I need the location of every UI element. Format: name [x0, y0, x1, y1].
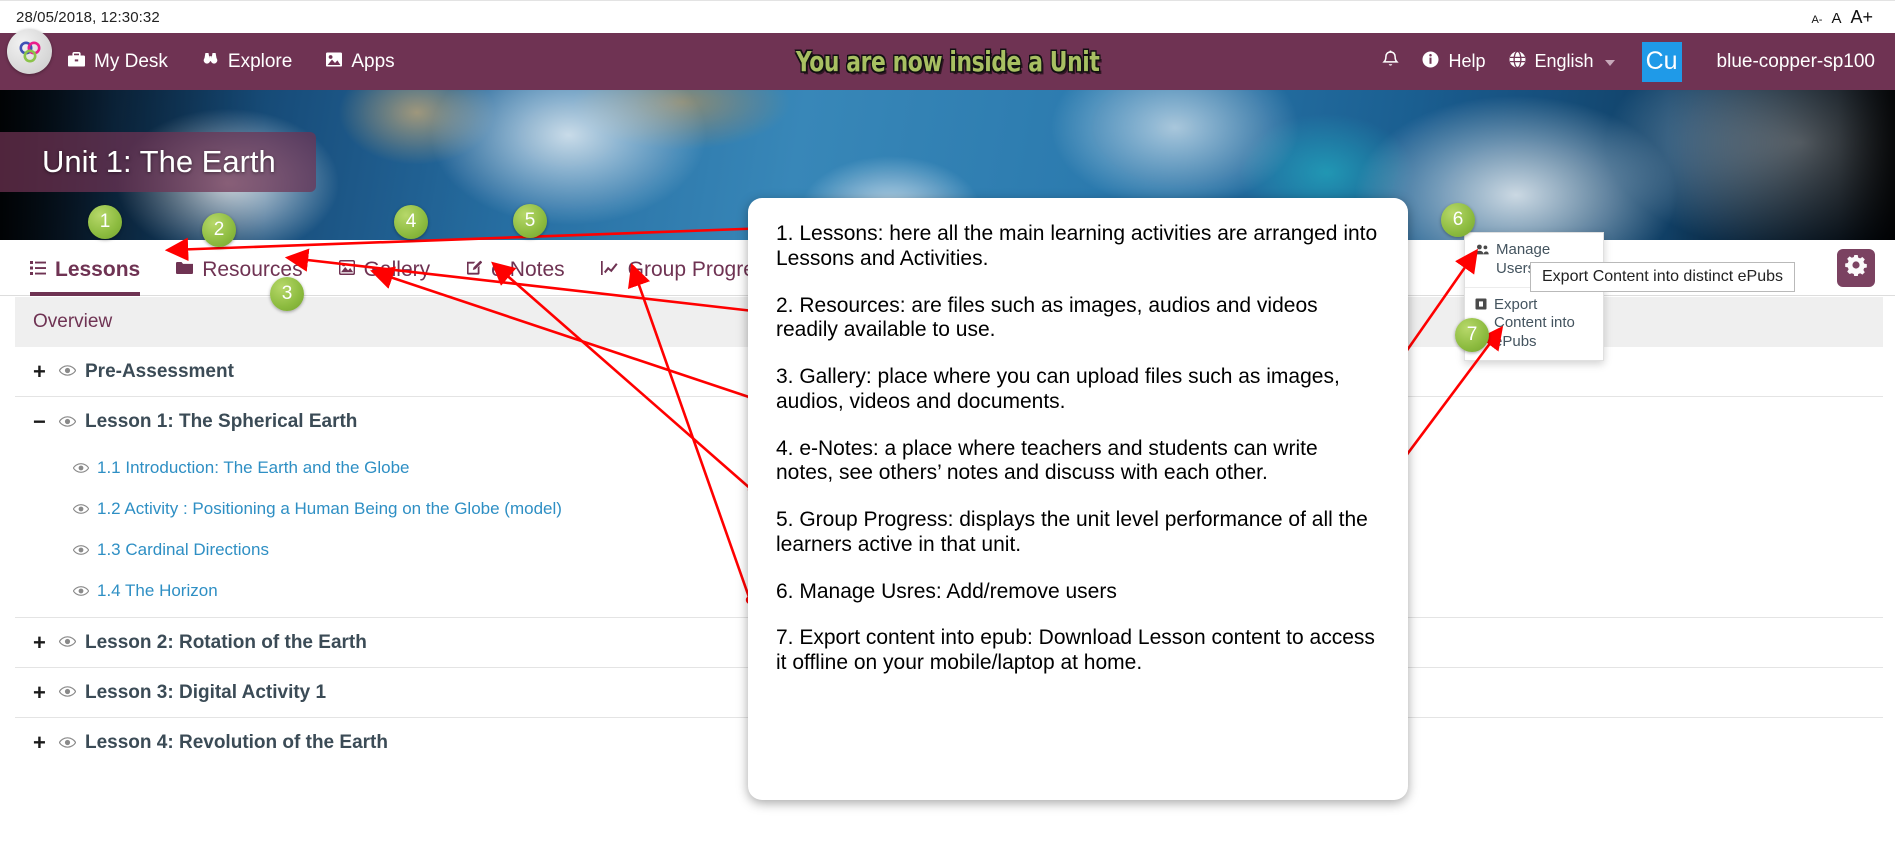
expand-toggle-icon[interactable]: + [33, 682, 59, 704]
nav-item-explore-label: Explore [228, 51, 292, 73]
page-title: Unit 1: The Earth [42, 144, 276, 180]
nav-items: My Desk Explore Apps [68, 51, 395, 73]
expand-toggle-icon[interactable]: + [33, 361, 59, 383]
export-icon [1475, 296, 1487, 314]
sub-list-item-label: 1.3 Cardinal Directions [97, 540, 269, 560]
callout-line-2: 2. Resources: are files such as images, … [776, 294, 1380, 344]
app-root: 28/05/2018, 12:30:32 A- A A+ My Desk [0, 0, 1895, 848]
eye-icon [59, 634, 76, 651]
nav-item-my-desk[interactable]: My Desk [68, 51, 168, 73]
briefcase-icon [68, 52, 85, 71]
globe-icon [1509, 51, 1526, 72]
list-icon [30, 260, 46, 280]
list-item-label: Lesson 3: Digital Activity 1 [85, 682, 326, 704]
font-size-controls[interactable]: A- A A+ [1811, 8, 1873, 26]
nav-item-my-desk-label: My Desk [94, 51, 168, 73]
notifications-button[interactable] [1382, 50, 1399, 73]
tab-e-notes[interactable]: e-Notes [466, 240, 565, 296]
callout-line-7: 7. Export content into epub: Download Le… [776, 626, 1380, 676]
brand-logo-icon[interactable] [7, 29, 52, 74]
chart-line-icon [601, 260, 619, 280]
annotation-badge-3: 3 [270, 277, 304, 311]
sub-list-item-label: 1.4 The Horizon [97, 581, 218, 601]
font-decrease-button[interactable]: A- [1811, 15, 1822, 26]
edit-note-icon [466, 260, 482, 280]
users-icon [1475, 241, 1489, 259]
annotation-badge-4: 4 [394, 205, 428, 239]
eye-icon [73, 583, 89, 599]
annotation-badge-2: 2 [202, 213, 236, 247]
info-icon [1422, 51, 1439, 72]
help-label: Help [1448, 51, 1485, 72]
list-item-label: Lesson 4: Revolution of the Earth [85, 732, 388, 754]
eye-icon [73, 501, 89, 517]
tab-lessons[interactable]: Lessons [30, 240, 140, 296]
tab-gallery[interactable]: Gallery [339, 240, 431, 296]
nav-item-explore[interactable]: Explore [202, 51, 292, 73]
menu-item-export-content-label: Export Content into ePubs [1494, 296, 1593, 352]
callout-line-3: 3. Gallery: place where you can upload f… [776, 365, 1380, 415]
eye-icon [59, 414, 76, 431]
callout-line-6: 6. Manage Usres: Add/remove users [776, 580, 1380, 605]
tab-gallery-label: Gallery [364, 258, 431, 282]
font-normal-button[interactable]: A [1831, 11, 1841, 26]
chevron-down-icon [1605, 60, 1615, 66]
eye-icon [73, 460, 89, 476]
utility-bar: 28/05/2018, 12:30:32 A- A A+ [0, 0, 1895, 33]
apps-icon [326, 52, 342, 71]
gear-icon [1845, 254, 1867, 282]
tab-e-notes-label: e-Notes [491, 258, 565, 282]
binoculars-icon [202, 52, 219, 72]
expand-toggle-icon[interactable]: + [33, 632, 59, 654]
list-item-label: Lesson 2: Rotation of the Earth [85, 632, 367, 654]
username-label: blue-copper-sp100 [1717, 51, 1875, 73]
callout-line-5: 5. Group Progress: displays the unit lev… [776, 508, 1380, 558]
bell-icon [1382, 50, 1399, 73]
annotation-callout: 1. Lessons: here all the main learning a… [748, 198, 1408, 800]
help-button[interactable]: Help [1422, 51, 1485, 72]
language-selector[interactable]: English [1509, 51, 1615, 72]
clock-timestamp: 28/05/2018, 12:30:32 [16, 9, 160, 26]
unit-title-box: Unit 1: The Earth [0, 132, 316, 192]
annotation-badge-5: 5 [513, 204, 547, 238]
annotation-badge-1: 1 [88, 205, 122, 239]
menu-item-export-content[interactable]: Export Content into ePubs [1465, 287, 1603, 360]
overview-label: Overview [33, 311, 112, 333]
annotation-badge-7: 7 [1455, 318, 1489, 352]
expand-toggle-icon[interactable]: + [33, 732, 59, 754]
tab-lessons-label: Lessons [55, 258, 140, 282]
font-increase-button[interactable]: A+ [1850, 8, 1873, 26]
nav-item-apps[interactable]: Apps [326, 51, 394, 73]
avatar[interactable]: Cu [1642, 42, 1682, 82]
collapse-toggle-icon[interactable]: − [33, 411, 59, 433]
eye-icon [59, 684, 76, 701]
folder-icon [176, 260, 193, 280]
annotation-badge-6: 6 [1441, 203, 1475, 237]
sub-list-item-label: 1.2 Activity : Positioning a Human Being… [97, 499, 562, 519]
sub-list-item-label: 1.1 Introduction: The Earth and the Glob… [97, 458, 410, 478]
image-icon [339, 260, 355, 280]
settings-gear-button[interactable] [1837, 249, 1875, 287]
main-navigation-bar: My Desk Explore Apps You are now inside … [0, 33, 1895, 90]
eye-icon [59, 363, 76, 380]
unit-actions [1837, 240, 1875, 296]
eye-icon [59, 735, 76, 752]
eye-icon [73, 542, 89, 558]
callout-line-4: 4. e-Notes: a place where teachers and s… [776, 437, 1380, 487]
nav-item-apps-label: Apps [351, 51, 394, 73]
export-tooltip: Export Content into distinct ePubs [1530, 262, 1795, 292]
list-item-label: Pre-Assessment [85, 361, 234, 383]
list-item-label: Lesson 1: The Spherical Earth [85, 411, 357, 433]
callout-line-1: 1. Lessons: here all the main learning a… [776, 222, 1380, 272]
instructional-banner-text: You are now inside a Unit [796, 45, 1100, 78]
nav-right-group: Help English Cu blue-copper-sp100 [1382, 33, 1895, 90]
language-label: English [1535, 51, 1594, 72]
